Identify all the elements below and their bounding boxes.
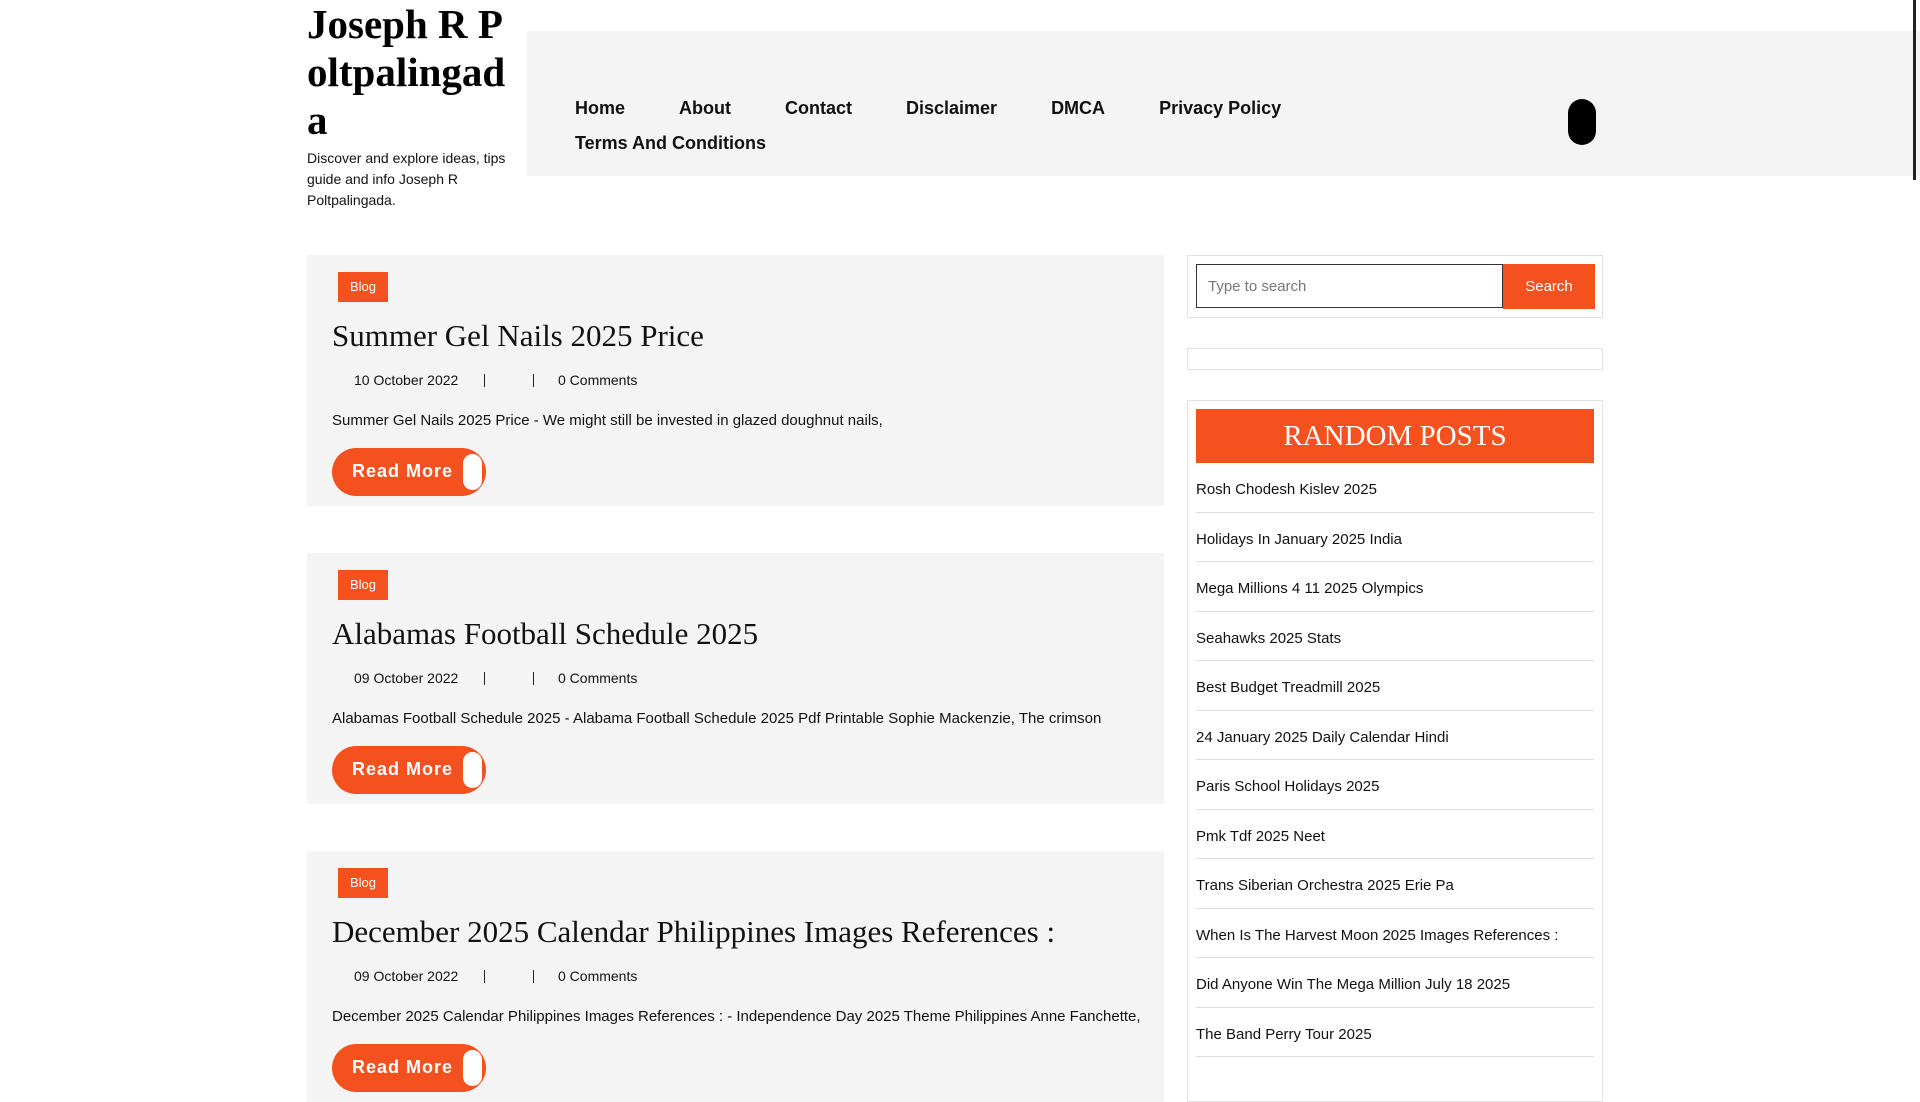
read-more-button[interactable]: Read More xyxy=(332,448,486,496)
post-comments[interactable]: 0 Comments xyxy=(558,372,637,388)
nav-item-about[interactable]: About xyxy=(679,91,731,126)
meta-divider xyxy=(484,373,485,387)
nav-item-terms[interactable]: Terms And Conditions xyxy=(575,126,766,161)
category-badge[interactable]: Blog xyxy=(338,570,389,600)
read-more-icon xyxy=(463,1050,482,1086)
category-badge[interactable]: Blog xyxy=(338,272,389,302)
random-post-link[interactable]: Paris School Holidays 2025 xyxy=(1196,760,1594,810)
read-more-icon xyxy=(463,454,482,490)
random-post-link[interactable]: Best Budget Treadmill 2025 xyxy=(1196,661,1594,711)
random-post-link[interactable]: Did Anyone Win The Mega Million July 18 … xyxy=(1196,958,1594,1008)
post-meta: 09 October 2022 0 Comments xyxy=(354,968,637,984)
meta-divider xyxy=(484,969,485,983)
post-comments[interactable]: 0 Comments xyxy=(558,670,637,686)
search-button[interactable]: Search xyxy=(1503,264,1595,309)
post-card: Blog Summer Gel Nails 2025 Price 10 Octo… xyxy=(307,255,1164,506)
random-post-link[interactable]: 24 January 2025 Daily Calendar Hindi xyxy=(1196,711,1594,760)
menu-toggle-icon[interactable] xyxy=(1568,99,1596,145)
post-excerpt: Summer Gel Nails 2025 Price - We might s… xyxy=(332,412,883,429)
post-title[interactable]: Alabamas Football Schedule 2025 xyxy=(332,615,758,653)
search-input[interactable] xyxy=(1196,264,1503,308)
nav-item-contact[interactable]: Contact xyxy=(785,91,852,126)
meta-divider xyxy=(533,373,534,387)
random-post-link[interactable]: Pmk Tdf 2025 Neet xyxy=(1196,810,1594,859)
random-posts-title: RANDOM POSTS xyxy=(1196,409,1594,463)
post-date: 10 October 2022 xyxy=(354,372,459,388)
main-navigation: Home About Contact Disclaimer DMCA Priva… xyxy=(527,31,1920,176)
random-post-link[interactable]: Mega Millions 4 11 2025 Olympics xyxy=(1196,562,1594,612)
random-post-link[interactable]: The Band Perry Tour 2025 xyxy=(1196,1008,1594,1057)
post-meta: 09 October 2022 0 Comments xyxy=(354,670,637,686)
nav-item-dmca[interactable]: DMCA xyxy=(1051,91,1105,126)
post-title[interactable]: Summer Gel Nails 2025 Price xyxy=(332,317,704,355)
nav-item-disclaimer[interactable]: Disclaimer xyxy=(906,91,997,126)
read-more-button[interactable]: Read More xyxy=(332,746,486,794)
site-description: Discover and explore ideas, tips guide a… xyxy=(307,150,506,208)
random-post-link[interactable]: Holidays In January 2025 India xyxy=(1196,513,1594,562)
read-more-label: Read More xyxy=(352,1057,454,1077)
random-posts-widget: RANDOM POSTS Rosh Chodesh Kislev 2025 Ho… xyxy=(1187,400,1603,1102)
post-date: 09 October 2022 xyxy=(354,968,459,984)
site-branding: Joseph R Poltpalingada Discover and expl… xyxy=(307,0,517,211)
post-comments[interactable]: 0 Comments xyxy=(558,968,637,984)
nav-menu: Home About Contact Disclaimer DMCA Priva… xyxy=(575,91,1375,161)
site-title[interactable]: Joseph R Poltpalingada xyxy=(307,0,517,144)
random-post-link[interactable]: Rosh Chodesh Kislev 2025 xyxy=(1196,463,1594,513)
read-more-label: Read More xyxy=(352,461,454,481)
scrollbar[interactable] xyxy=(1913,0,1916,180)
random-post-link[interactable]: Seahawks 2025 Stats xyxy=(1196,612,1594,661)
empty-widget xyxy=(1187,348,1603,370)
read-more-icon xyxy=(463,752,482,788)
category-badge[interactable]: Blog xyxy=(338,868,389,898)
post-excerpt: December 2025 Calendar Philippines Image… xyxy=(332,1008,1141,1025)
post-meta: 10 October 2022 0 Comments xyxy=(354,372,637,388)
post-card: Blog December 2025 Calendar Philippines … xyxy=(307,851,1164,1102)
nav-item-privacy-policy[interactable]: Privacy Policy xyxy=(1159,91,1281,126)
post-excerpt: Alabamas Football Schedule 2025 - Alabam… xyxy=(332,710,1102,727)
site-header: Joseph R Poltpalingada Discover and expl… xyxy=(0,0,1920,208)
meta-divider xyxy=(533,969,534,983)
random-posts-list: Rosh Chodesh Kislev 2025 Holidays In Jan… xyxy=(1196,463,1594,1057)
random-post-link[interactable]: Trans Siberian Orchestra 2025 Erie Pa xyxy=(1196,859,1594,909)
meta-divider xyxy=(484,671,485,685)
search-widget: Search xyxy=(1187,255,1603,318)
meta-divider xyxy=(533,671,534,685)
post-card: Blog Alabamas Football Schedule 2025 09 … xyxy=(307,553,1164,804)
post-date: 09 October 2022 xyxy=(354,670,459,686)
random-post-link[interactable]: When Is The Harvest Moon 2025 Images Ref… xyxy=(1196,909,1594,958)
nav-item-home[interactable]: Home xyxy=(575,91,625,126)
read-more-button[interactable]: Read More xyxy=(332,1044,486,1092)
post-title[interactable]: December 2025 Calendar Philippines Image… xyxy=(332,913,1055,951)
read-more-label: Read More xyxy=(352,759,454,779)
